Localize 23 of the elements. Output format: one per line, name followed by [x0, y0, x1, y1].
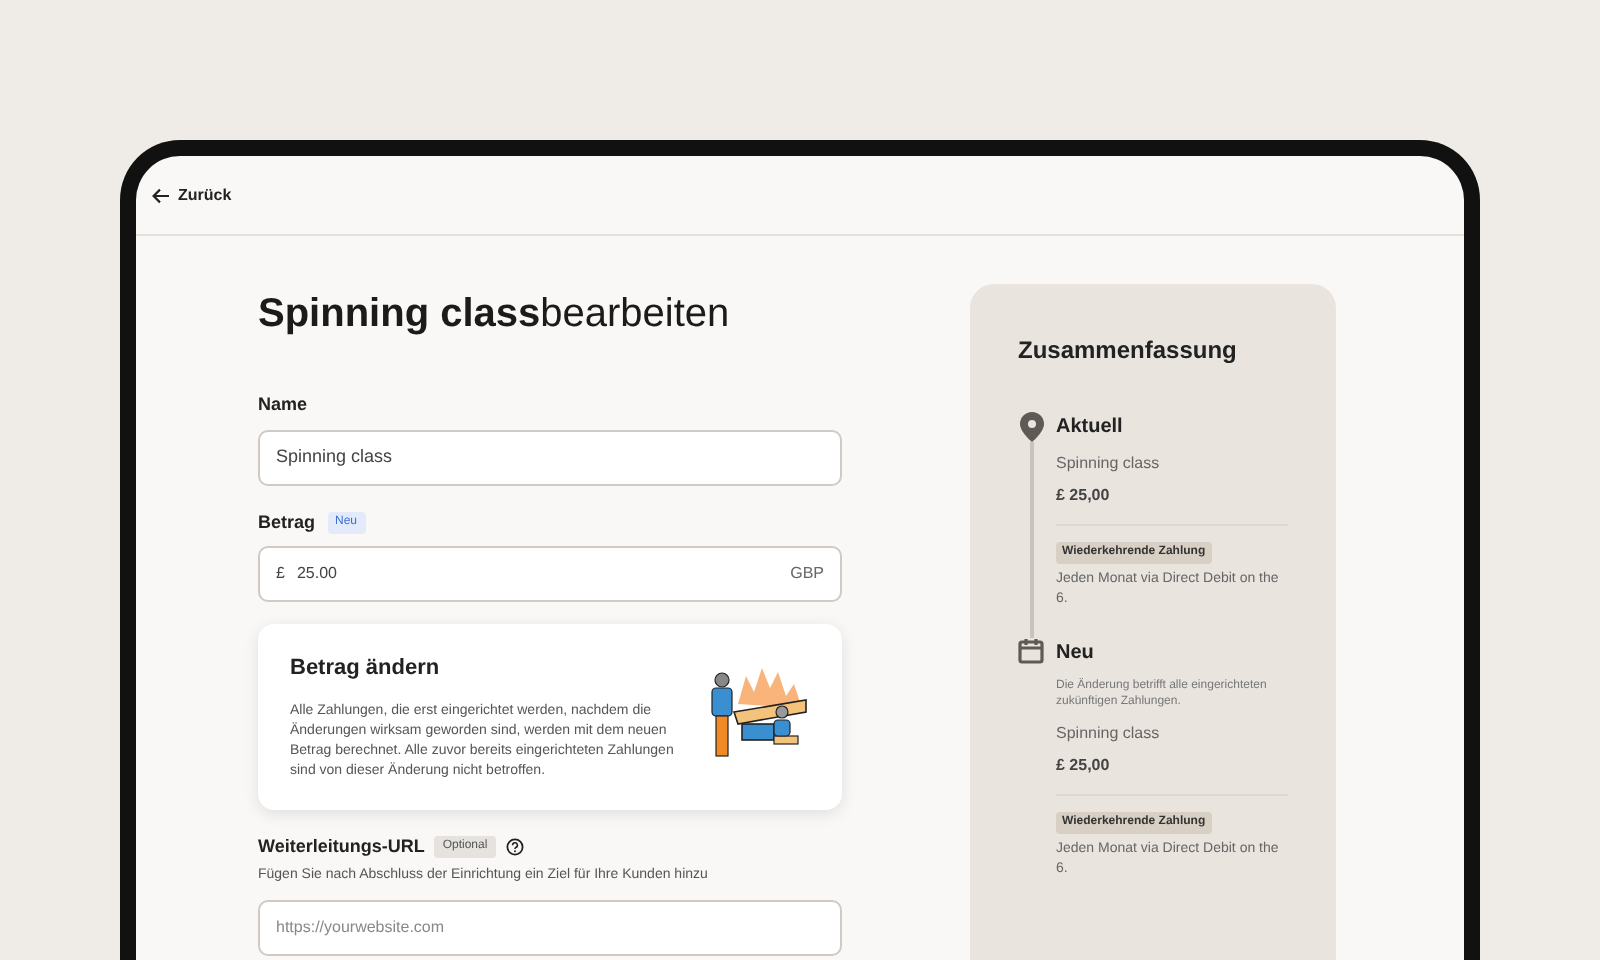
plan-amount: £ 25,00 — [1056, 754, 1288, 796]
plan-amount: £ 25,00 — [1056, 484, 1288, 526]
arrow-left-icon — [152, 187, 170, 203]
currency-code: GBP — [790, 562, 824, 586]
step-title: Neu — [1056, 640, 1096, 668]
calendar-icon — [1018, 638, 1044, 664]
plan-name: Spinning class — [1056, 452, 1162, 476]
card-title: Betrag ändern — [290, 654, 442, 684]
back-link[interactable]: Zurück — [152, 183, 232, 207]
amount-value: 25.00 — [296, 562, 339, 586]
field-label: Weiterleitungs-URL — [258, 833, 425, 860]
step-title: Aktuell — [1056, 414, 1125, 442]
map-pin-icon — [1019, 412, 1043, 442]
currency-symbol: £ — [276, 562, 285, 586]
page-title: Spinning classbearbeiten — [258, 290, 732, 340]
summary-title: Zusammenfassung — [1018, 334, 1239, 368]
url-field[interactable]: https://yourwebsite.com — [258, 899, 842, 955]
field-label: Name — [258, 392, 310, 418]
field-label: Betrag — [258, 509, 316, 536]
name-field[interactable]: Spinning class — [258, 429, 842, 485]
help-icon[interactable] — [505, 837, 524, 856]
amount-field[interactable]: £ 25.00 GBP — [258, 546, 842, 602]
plan-name: Spinning class — [1056, 722, 1162, 746]
